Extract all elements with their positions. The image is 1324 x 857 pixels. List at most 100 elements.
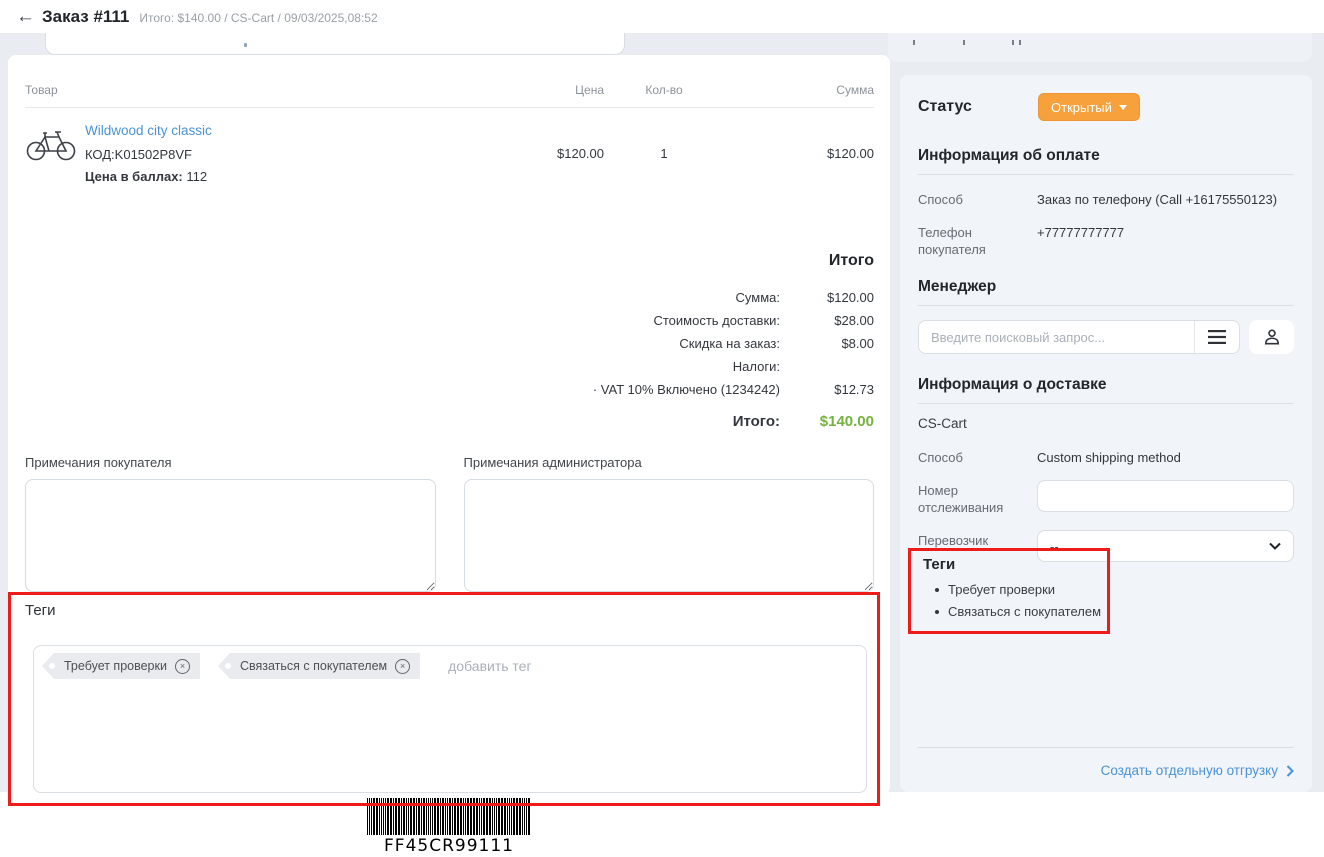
status-row: Статус Открытый [918,93,1294,121]
order-sidebar: Статус Открытый Информация об оплате Спо… [900,75,1312,792]
totals-label: Сумма: [8,290,780,305]
scrolled-text-remnant [963,40,965,45]
admin-notes-label: Примечания администратора [464,455,875,470]
tracking-number-label: Номер отслеживания [918,480,1037,516]
order-totals: Итого Сумма: $120.00 Стоимость доставки:… [8,252,874,433]
shipping-method-label: Способ [918,447,1037,466]
tag-label: Связаться с покупателем [240,659,387,673]
vendor-name: CS-Cart [918,416,1294,431]
product-price: $120.00 [464,146,604,161]
tracking-number-input[interactable] [1037,480,1294,512]
scrolled-text-remnant [244,43,247,47]
manager-search-input[interactable] [919,321,1194,353]
table-header-row: Товар Цена Кол-во Сумма [25,83,874,97]
bicycle-product-image [25,122,77,164]
chevron-down-icon [1119,105,1127,110]
tag-list-text: Требует проверки [948,579,1055,601]
customer-notes-block: Примечания покупателя [25,455,436,597]
product-code: КОД:K01502P8VF [85,147,212,162]
totals-row-shipping: Стоимость доставки: $28.00 [8,309,874,332]
create-shipment-link[interactable]: Создать отдельную отгрузку [1101,763,1294,778]
totals-value: $12.73 [780,382,874,397]
customer-phone-row: Телефон покупателя +77777777777 [918,222,1294,258]
table-row: Wildwood city classic КОД:K01502P8VF Цен… [25,108,874,194]
product-points-value: 112 [183,169,207,184]
annotation-box-tags-summary: Теги Требует проверки Связаться с покупа… [908,548,1110,634]
scrolled-text-remnant [1012,40,1014,45]
payment-method-row: Способ Заказ по телефону (Call +16175550… [918,189,1294,208]
shipping-method-row: Способ Custom shipping method [918,447,1294,466]
totals-row-taxes: Налоги: [8,355,874,378]
person-icon [1262,327,1282,347]
totals-label: Стоимость доставки: [8,313,780,328]
totals-row-vat: · VAT 10% Включено (1234242) $12.73 [8,378,874,401]
tag-label: Требует проверки [64,659,167,673]
chevron-right-icon [1286,765,1294,777]
tracking-number-row: Номер отслеживания [918,480,1294,516]
totals-value: $8.00 [780,336,874,351]
totals-row-subtotal: Сумма: $120.00 [8,286,874,309]
customer-phone-value: +77777777777 [1037,222,1294,241]
tag-remove-icon[interactable]: × [175,659,190,674]
tag-chip: Связаться с покупателем × [218,653,420,679]
order-status-value: Открытый [1051,100,1112,115]
payment-method-label: Способ [918,189,1037,208]
add-tag-input[interactable] [448,653,858,679]
totals-row-discount: Скидка на заказ: $8.00 [8,332,874,355]
order-details-page: ← Заказ #111 Итого: $140.00 / CS-Cart / … [0,0,1324,857]
back-arrow-icon[interactable]: ← [16,6,42,28]
manager-heading: Менеджер [918,278,1294,306]
annotation-box-tags-editor: Теги Требует проверки × Связаться с поку… [8,592,880,806]
totals-heading: Итого [8,252,874,270]
product-name-link[interactable]: Wildwood city classic [85,123,212,138]
order-items-table: Товар Цена Кол-во Сумма [25,83,874,194]
product-qty: 1 [604,146,724,161]
product-sum: $120.00 [724,146,874,161]
customer-notes-textarea[interactable] [25,479,436,592]
column-header-qty: Кол-во [604,83,724,97]
tags-editor-heading: Теги [25,602,877,619]
page-title: Заказ #111 [42,7,129,27]
customer-notes-label: Примечания покупателя [25,455,436,470]
manager-search-row [918,320,1294,354]
page-subtitle: Итого: $140.00 / CS-Cart / 09/03/2025,08… [139,8,377,25]
product-points-label: Цена в баллах: [85,169,183,184]
grand-total-label: Итого: [8,413,780,430]
product-info: Wildwood city classic КОД:K01502P8VF Цен… [85,122,212,184]
manager-list-button[interactable] [1194,321,1239,353]
bullet-icon [935,610,939,614]
status-label: Статус [918,98,1038,116]
product-points: Цена в баллах: 112 [85,169,212,184]
bullet-icon [935,588,939,592]
totals-label: Скидка на заказ: [8,336,780,351]
totals-label: Налоги: [8,359,780,374]
shipping-info-heading: Информация о доставке [918,376,1294,404]
totals-row-grand: Итого: $140.00 [8,410,874,433]
shipment-footer: Создать отдельную отгрузку [918,747,1294,780]
tags-input-area[interactable]: Требует проверки × Связаться с покупател… [33,645,867,793]
scrolled-text-remnant [913,40,915,45]
manager-search-group [918,320,1240,354]
scrolled-text-remnant [1019,40,1021,45]
tag-remove-icon[interactable]: × [395,659,410,674]
totals-value: $120.00 [780,290,874,305]
carrier-label: Перевозчик [918,530,1037,549]
assign-manager-button[interactable] [1249,320,1294,354]
column-header-sum: Сумма [724,83,874,97]
tag-hole-icon [225,663,231,669]
order-notes: Примечания покупателя Примечания админис… [25,455,874,597]
admin-notes-block: Примечания администратора [464,455,875,597]
order-status-button[interactable]: Открытый [1038,93,1140,121]
totals-value: $28.00 [780,313,874,328]
shipping-method-value: Custom shipping method [1037,447,1294,466]
hamburger-menu-icon [1208,330,1226,344]
tag-hole-icon [49,663,55,669]
payment-info-heading: Информация об оплате [918,147,1294,175]
admin-notes-textarea[interactable] [464,479,875,592]
barcode-value: FF45CR99111 [367,836,531,856]
column-header-price: Цена [464,83,604,97]
chevron-down-icon [1269,542,1281,550]
customer-phone-label: Телефон покупателя [918,222,1037,258]
payment-method-value: Заказ по телефону (Call +16175550123) [1037,189,1294,208]
tag-list-item: Связаться с покупателем [935,601,1107,623]
